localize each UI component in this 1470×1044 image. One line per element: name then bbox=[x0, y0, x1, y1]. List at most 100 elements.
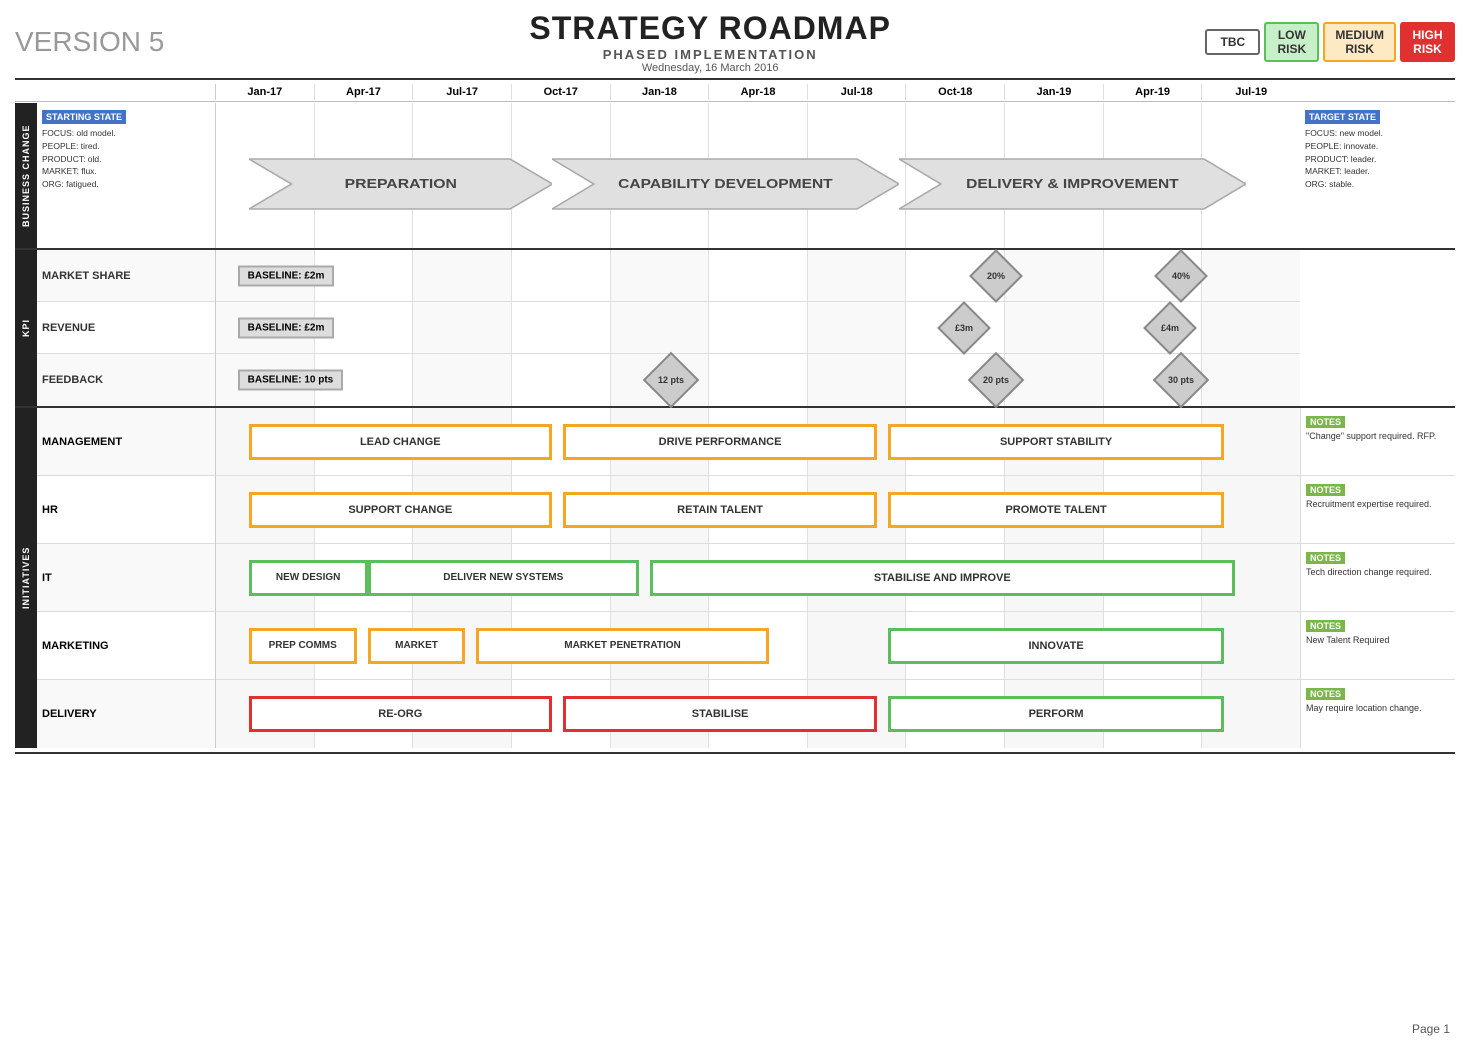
it-note-text: Tech direction change required. bbox=[1306, 566, 1450, 579]
kpi-fb-row: BASELINE: 10 pts 12 pts 20 pts 30 pts bbox=[216, 354, 1300, 406]
col-jan18: Jan-18 bbox=[611, 84, 710, 100]
column-headers-row: Jan-17 Apr-17 Jul-17 Oct-17 Jan-18 Apr-1… bbox=[15, 84, 1455, 100]
init-label-marketing: MARKETING bbox=[37, 612, 215, 680]
stabilise-improve-box: STABILISE AND IMPROVE bbox=[650, 560, 1235, 596]
ms-diamond-20: 20% bbox=[970, 249, 1024, 303]
col-header-notes bbox=[1300, 84, 1455, 100]
ms-diamond-40: 40% bbox=[1154, 249, 1208, 303]
risk-high: HIGHRISK bbox=[1400, 22, 1455, 63]
new-design-box: NEW DESIGN bbox=[249, 560, 368, 596]
mgmt-note-label: NOTES bbox=[1306, 416, 1345, 428]
kpi-label-feedback: FEEDBACK bbox=[37, 354, 215, 406]
col-headers: Jan-17 Apr-17 Jul-17 Oct-17 Jan-18 Apr-1… bbox=[215, 84, 1300, 100]
header: VERSION 5 STRATEGY ROADMAP PHASED IMPLEM… bbox=[15, 10, 1455, 74]
perform-box: PERFORM bbox=[888, 696, 1224, 732]
fb-diamond-12: 12 pts bbox=[643, 352, 700, 409]
mgmt-row: LEAD CHANGE DRIVE PERFORMANCE SUPPORT ST… bbox=[216, 408, 1300, 476]
hr-row: SUPPORT CHANGE RETAIN TALENT PROMOTE TAL… bbox=[216, 476, 1300, 544]
fb-30-label: 30 pts bbox=[1168, 375, 1194, 385]
footer-divider bbox=[15, 752, 1455, 754]
initiatives-grid: LEAD CHANGE DRIVE PERFORMANCE SUPPORT ST… bbox=[215, 408, 1300, 748]
risk-medium: MEDIUMRISK bbox=[1323, 22, 1396, 63]
prep-comms-box: PREP COMMS bbox=[249, 628, 357, 664]
kpi-grid: BASELINE: £2m 20% 40% BASELINE: £2m £3m … bbox=[215, 250, 1300, 406]
hr-note-label: NOTES bbox=[1306, 484, 1345, 496]
col-apr17: Apr-17 bbox=[315, 84, 414, 100]
svg-text:PREPARATION: PREPARATION bbox=[344, 177, 456, 191]
main-title: STRATEGY ROADMAP bbox=[215, 10, 1205, 47]
hr-label: HR bbox=[42, 504, 58, 516]
kpi-notes bbox=[1300, 250, 1455, 406]
svg-text:CAPABILITY DEVELOPMENT: CAPABILITY DEVELOPMENT bbox=[618, 177, 833, 192]
col-oct18: Oct-18 bbox=[906, 84, 1005, 100]
kpi-rev-row: BASELINE: £2m £3m £4m bbox=[216, 302, 1300, 354]
kpi-ms-text: MARKET SHARE bbox=[42, 270, 131, 282]
fb-diamond-30: 30 pts bbox=[1152, 352, 1209, 409]
initiatives-tab: INITIATIVES bbox=[15, 408, 37, 748]
mgmt-note: NOTES "Change" support required. RFP. bbox=[1300, 408, 1455, 476]
kpi-tab: KPI bbox=[15, 250, 37, 406]
drive-performance-box: DRIVE PERFORMANCE bbox=[563, 424, 877, 460]
col-jan17: Jan-17 bbox=[216, 84, 315, 100]
fb-diamond-20: 20 pts bbox=[968, 352, 1025, 409]
kpi-ms-row: BASELINE: £2m 20% 40% bbox=[216, 250, 1300, 302]
target-state-box: TARGET STATE FOCUS: new model.PEOPLE: in… bbox=[1300, 103, 1455, 248]
kpi-rev-text: REVENUE bbox=[42, 322, 95, 334]
capability-arrow-svg: CAPABILITY DEVELOPMENT bbox=[552, 154, 899, 214]
page-number: Page 1 bbox=[1412, 1022, 1450, 1036]
subtitle: PHASED IMPLEMENTATION bbox=[215, 47, 1205, 62]
support-stability-box: SUPPORT STABILITY bbox=[888, 424, 1224, 460]
marketing-row: PREP COMMS MARKET MARKET PENETRATION INN… bbox=[216, 612, 1300, 680]
marketing-note-label: NOTES bbox=[1306, 620, 1345, 632]
rev-diamond-3m: £3m bbox=[937, 301, 991, 355]
kpi-labels: MARKET SHARE REVENUE FEEDBACK bbox=[37, 250, 215, 406]
rev-3m-label: £3m bbox=[955, 322, 973, 332]
marketing-label: MARKETING bbox=[42, 640, 109, 652]
kpi-fb-text: FEEDBACK bbox=[42, 374, 103, 386]
delivery-note-label: NOTES bbox=[1306, 688, 1345, 700]
rev-baseline: BASELINE: £2m bbox=[238, 317, 335, 338]
col-jan19: Jan-19 bbox=[1005, 84, 1104, 100]
marketing-note: NOTES New Talent Required bbox=[1300, 612, 1455, 680]
kpi-label-revenue: REVENUE bbox=[37, 302, 215, 354]
date: Wednesday, 16 March 2016 bbox=[215, 62, 1205, 74]
target-state-text: FOCUS: new model.PEOPLE: innovate.PRODUC… bbox=[1305, 127, 1450, 191]
it-label: IT bbox=[42, 572, 52, 584]
re-org-box: RE-ORG bbox=[249, 696, 553, 732]
rev-diamond-4m: £4m bbox=[1143, 301, 1197, 355]
init-label-it: IT bbox=[37, 544, 215, 612]
preparation-arrow: PREPARATION bbox=[249, 154, 553, 214]
business-change-tab: BUSINESS CHANGE bbox=[15, 103, 37, 248]
hr-note-text: Recruitment expertise required. bbox=[1306, 498, 1450, 511]
it-note-label: NOTES bbox=[1306, 552, 1345, 564]
market-box: MARKET bbox=[368, 628, 466, 664]
preparation-arrow-svg: PREPARATION bbox=[249, 154, 553, 214]
promote-talent-box: PROMOTE TALENT bbox=[888, 492, 1224, 528]
rev-4m-label: £4m bbox=[1161, 322, 1179, 332]
starting-state-text: FOCUS: old model.PEOPLE: tired.PRODUCT: … bbox=[42, 127, 210, 191]
kpi-section: KPI MARKET SHARE REVENUE FEEDBACK bbox=[15, 250, 1455, 406]
col-oct17: Oct-17 bbox=[512, 84, 611, 100]
stabilise-box: STABILISE bbox=[563, 696, 877, 732]
deliver-new-systems-box: DELIVER NEW SYSTEMS bbox=[368, 560, 639, 596]
header-divider bbox=[15, 78, 1455, 80]
mgmt-label: MANAGEMENT bbox=[42, 436, 122, 448]
col-jul18: Jul-18 bbox=[808, 84, 907, 100]
init-label-delivery: DELIVERY bbox=[37, 680, 215, 748]
col-header-spacer bbox=[15, 84, 215, 100]
col-apr19: Apr-19 bbox=[1104, 84, 1203, 100]
delivery-note-text: May require location change. bbox=[1306, 702, 1450, 715]
col-jul19: Jul-19 bbox=[1202, 84, 1300, 100]
delivery-label: DELIVERY bbox=[42, 708, 97, 720]
kpi-label-market-share: MARKET SHARE bbox=[37, 250, 215, 302]
retain-talent-box: RETAIN TALENT bbox=[563, 492, 877, 528]
business-change-section: BUSINESS CHANGE STARTING STATE FOCUS: ol… bbox=[15, 103, 1455, 248]
market-penetration-box: MARKET PENETRATION bbox=[476, 628, 769, 664]
init-label-hr: HR bbox=[37, 476, 215, 544]
marketing-note-text: New Talent Required bbox=[1306, 634, 1450, 647]
title-center: STRATEGY ROADMAP PHASED IMPLEMENTATION W… bbox=[215, 10, 1205, 74]
fb-20-label: 20 pts bbox=[983, 375, 1009, 385]
risk-badges: TBC LOWRISK MEDIUMRISK HIGHRISK bbox=[1205, 22, 1455, 63]
innovate-box: INNOVATE bbox=[888, 628, 1224, 664]
risk-low: LOWRISK bbox=[1264, 22, 1319, 63]
